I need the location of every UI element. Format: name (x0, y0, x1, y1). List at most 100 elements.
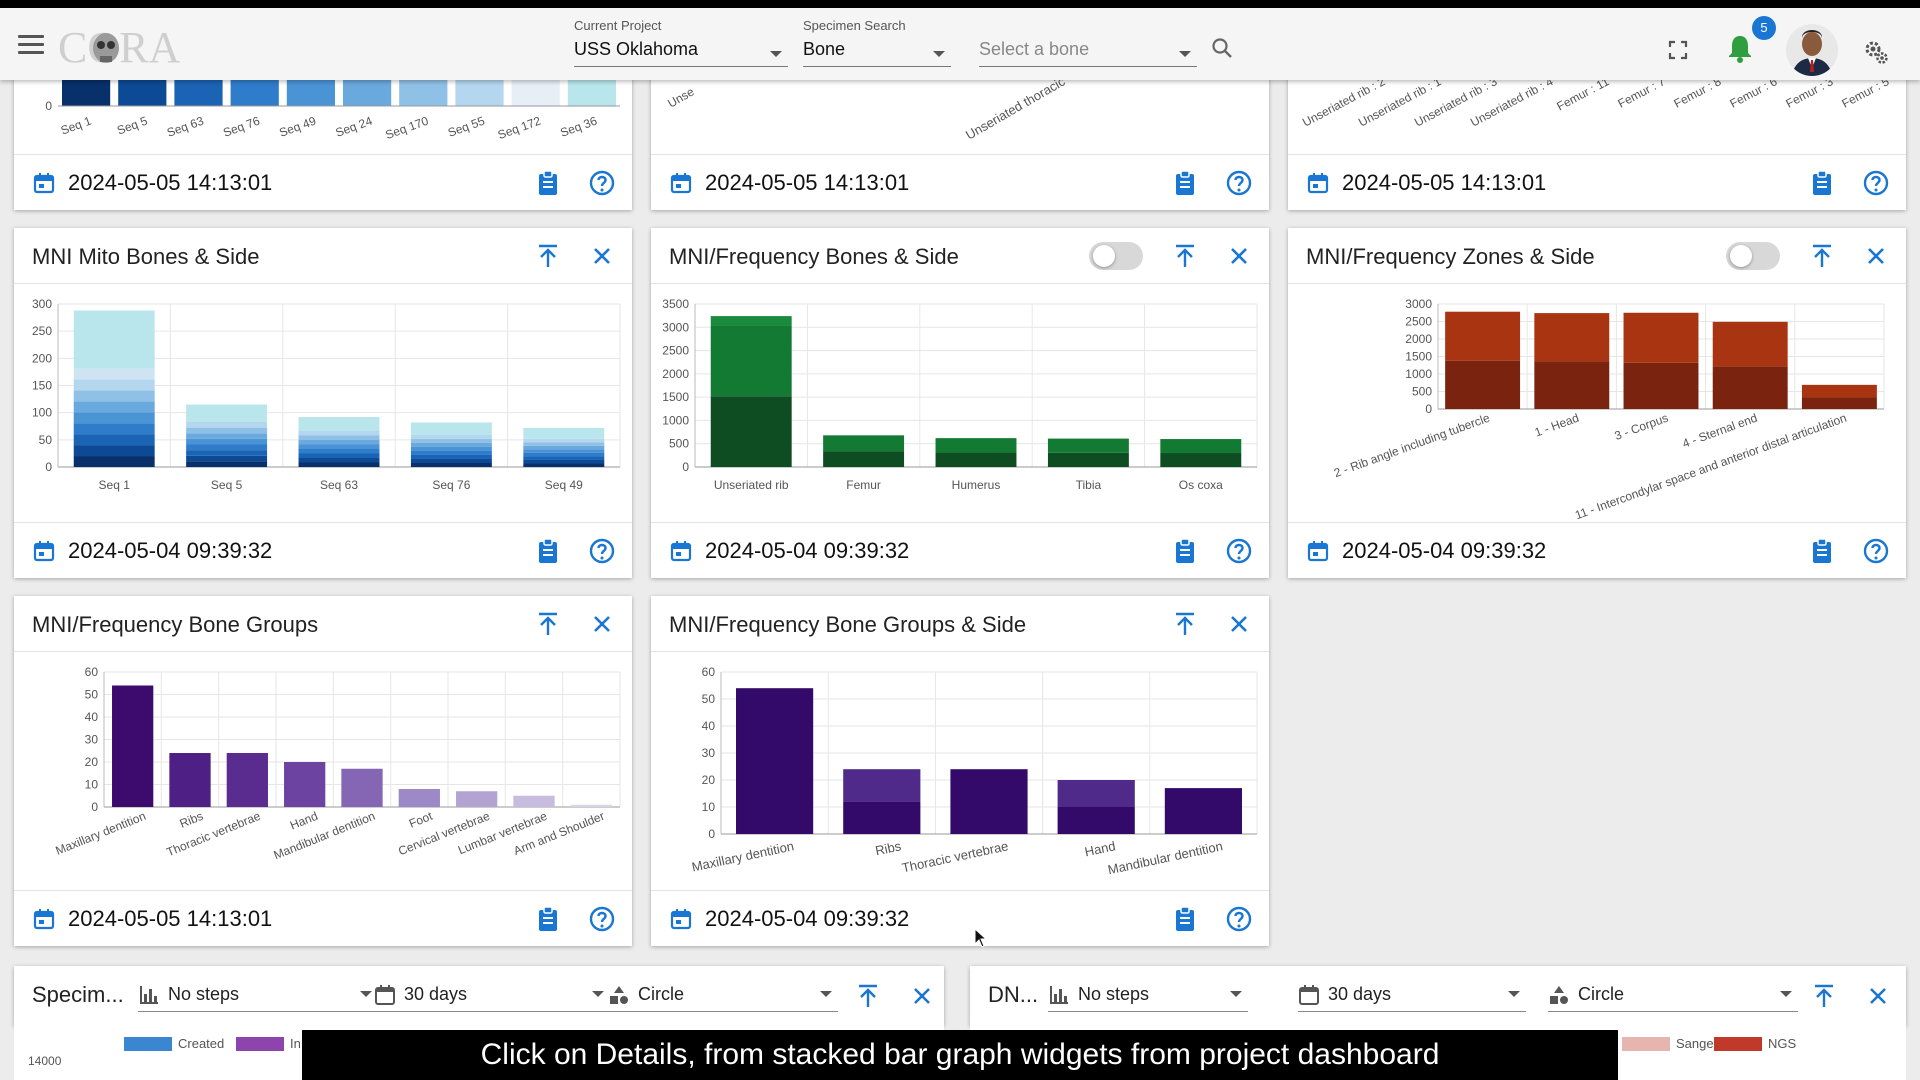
logo-text: CORA (58, 23, 180, 72)
help-icon[interactable] (1225, 169, 1253, 197)
chevron-down-icon (1508, 991, 1520, 997)
card-footer: 2024-05-04 09:39:32 (651, 522, 1269, 578)
x-tick-label: 2 - Rib angle including tubercle (1332, 411, 1492, 481)
y-tick-label: 40 (85, 710, 99, 724)
bar-segment (1623, 362, 1699, 409)
bar (398, 789, 440, 807)
details-clipboard-icon[interactable] (1171, 169, 1199, 197)
y-tick-label: 0 (1425, 402, 1432, 416)
calendar-icon (1307, 173, 1329, 194)
details-clipboard-icon[interactable] (534, 537, 562, 565)
x-tick-label: Seq 5 (115, 114, 150, 138)
bar-segment (118, 78, 167, 106)
bar-segment (298, 449, 380, 454)
cora-logo[interactable]: CORA (58, 20, 198, 72)
bar-segment (186, 438, 268, 445)
bone-groups-side-bar-chart: 0 10 20 30 40 50 60 Maxillary dentition RibsThor… (690, 665, 1258, 877)
card-header: MNI/Frequency Bone Groups & Side (651, 596, 1269, 652)
settings-gear-icon[interactable] (1862, 38, 1890, 66)
bar-segment (823, 435, 905, 452)
move-to-top-icon[interactable] (534, 610, 562, 638)
bar-segment (410, 422, 492, 435)
close-icon[interactable] (1225, 610, 1253, 638)
card-footer: 2024-05-05 14:13:01 (14, 890, 632, 946)
card-footer: 2024-05-05 14:13:01 (1288, 154, 1906, 210)
move-to-top-icon[interactable] (1810, 982, 1838, 1010)
widget-bones-side: MNI/Frequency Bones & Side 0 500 1000 1500 2… (651, 228, 1269, 578)
help-icon[interactable] (1225, 905, 1253, 933)
move-to-top-icon[interactable] (1171, 610, 1199, 638)
close-icon[interactable] (1225, 242, 1253, 270)
move-to-top-icon[interactable] (854, 982, 882, 1010)
bar (112, 685, 154, 807)
y-tick-label: 30 (702, 746, 716, 760)
fullscreen-icon[interactable] (1668, 40, 1688, 60)
widget-title: MNI/Frequency Bone Groups & Side (669, 612, 1027, 637)
y-tick-label: 10 (702, 800, 716, 814)
close-icon[interactable] (1864, 982, 1892, 1010)
chevron-down-icon (1179, 51, 1191, 57)
user-avatar[interactable] (1786, 24, 1838, 76)
details-clipboard-icon[interactable] (1808, 537, 1836, 565)
bar-segment (523, 442, 605, 446)
help-icon[interactable] (1862, 169, 1890, 197)
shape-select[interactable]: Circle (1548, 980, 1798, 1012)
bar-segment (523, 445, 605, 450)
details-clipboard-icon[interactable] (1171, 905, 1199, 933)
y-tick-label: 40 (702, 719, 716, 733)
top-widget-1: 50 0 Seq 1Seq 5Seq 63Seq 76Seq 49Seq 24S… (14, 60, 632, 210)
help-icon[interactable] (588, 905, 616, 933)
bar-segment (710, 325, 792, 397)
current-project-select[interactable]: Current Project USS Oklahoma (574, 18, 788, 67)
side-toggle[interactable] (1089, 242, 1143, 270)
details-clipboard-icon[interactable] (1808, 169, 1836, 197)
window-top-edge (0, 0, 1920, 8)
steps-select[interactable]: No steps (1048, 980, 1248, 1012)
calendar-icon (33, 173, 55, 194)
y-tick-label: 250 (32, 324, 52, 338)
card-footer: 2024-05-04 09:39:32 (651, 890, 1269, 946)
card-footer: 2024-05-04 09:39:32 (14, 522, 632, 578)
specimen-search-select[interactable]: Specimen Search Bone (803, 18, 951, 67)
close-icon[interactable] (588, 610, 616, 638)
range-select[interactable]: 30 days (374, 980, 610, 1012)
move-to-top-icon[interactable] (534, 242, 562, 270)
bar-segment (73, 379, 155, 391)
close-icon[interactable] (908, 982, 936, 1010)
close-icon[interactable] (588, 242, 616, 270)
close-icon[interactable] (1862, 242, 1890, 270)
bar-segment (298, 462, 380, 467)
dashboard-page: CORA Current Project USS Oklahoma Specim… (0, 0, 1920, 1080)
move-to-top-icon[interactable] (1808, 242, 1836, 270)
help-icon[interactable] (1225, 537, 1253, 565)
move-to-top-icon[interactable] (1171, 242, 1199, 270)
steps-select[interactable]: No steps (138, 980, 378, 1012)
bar-segment (410, 434, 492, 439)
menu-icon[interactable] (18, 32, 44, 54)
help-icon[interactable] (1862, 537, 1890, 565)
app-bar: CORA Current Project USS Oklahoma Specim… (0, 8, 1920, 80)
details-clipboard-icon[interactable] (534, 905, 562, 933)
bar-segment (1534, 361, 1610, 409)
bar-segment (1160, 439, 1242, 454)
bone-select[interactable]: Select a bone (979, 18, 1197, 67)
steps-value: No steps (168, 984, 240, 1004)
search-icon[interactable] (1210, 36, 1234, 60)
help-icon[interactable] (588, 169, 616, 197)
bar-segment (1057, 780, 1135, 807)
side-toggle[interactable] (1726, 242, 1780, 270)
legend-label-created: Created (178, 1036, 225, 1051)
bar-segment (298, 431, 380, 436)
widget-date: 2024-05-05 14:13:01 (68, 906, 273, 931)
range-select[interactable]: 30 days (1298, 980, 1526, 1012)
details-clipboard-icon[interactable] (534, 169, 562, 197)
y-tick-label: 300 (32, 297, 52, 311)
y-tick-label: 50 (85, 688, 99, 702)
widget-title: MNI/Frequency Bones & Side (669, 244, 959, 269)
bar (226, 753, 268, 807)
details-clipboard-icon[interactable] (1171, 537, 1199, 565)
shape-select[interactable]: Circle (608, 980, 838, 1012)
bar-segment (1801, 384, 1877, 398)
notification-bell-icon[interactable] (1724, 32, 1756, 64)
help-icon[interactable] (588, 537, 616, 565)
